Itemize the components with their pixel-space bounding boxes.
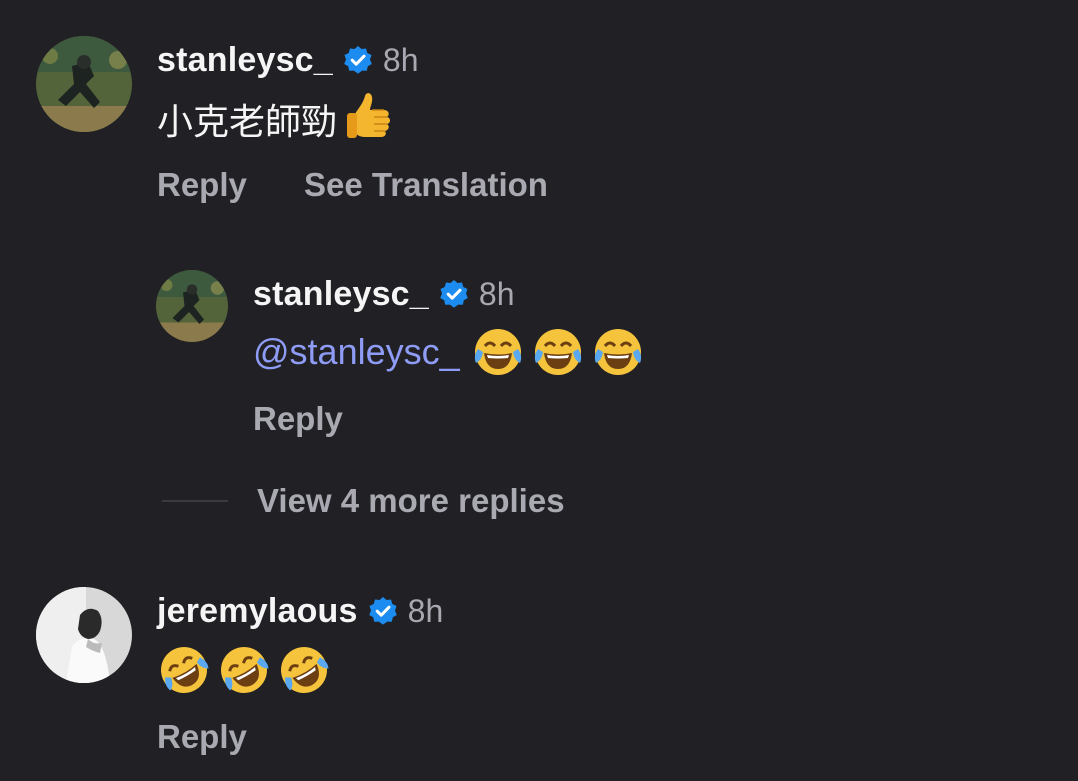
see-translation-button[interactable]: See Translation: [304, 166, 548, 204]
rolling-on-the-floor-laughing-icon: [158, 644, 210, 696]
username[interactable]: stanleysc_: [157, 41, 333, 80]
avatar-photo-icon: [156, 270, 228, 342]
reply-header: stanleysc_ 8h: [253, 272, 515, 316]
thumbs-up-icon: [341, 88, 395, 151]
comment-header: jeremylaous 8h: [157, 589, 443, 633]
avatar[interactable]: [156, 270, 228, 342]
rolling-on-the-floor-laughing-icon: [278, 644, 330, 696]
timestamp: 8h: [382, 41, 419, 78]
avatar-photo-icon: [36, 36, 132, 132]
avatar[interactable]: [36, 36, 132, 132]
avatar-photo-icon: [36, 587, 132, 683]
timestamp: 8h: [407, 592, 444, 629]
reply-text: @stanleysc_: [253, 326, 644, 378]
face-with-tears-of-joy-icon: [532, 326, 584, 378]
comment-body: 小克老師勁: [157, 101, 338, 142]
reply-button[interactable]: Reply: [157, 718, 247, 756]
verified-badge-icon: [439, 279, 469, 309]
comment-text: 小克老師勁: [157, 92, 395, 144]
view-more-divider: [162, 500, 228, 502]
view-more-replies-button[interactable]: View 4 more replies: [257, 482, 565, 520]
username[interactable]: stanleysc_: [253, 275, 429, 314]
reply-button[interactable]: Reply: [157, 166, 247, 204]
avatar[interactable]: [36, 587, 132, 683]
reply-button[interactable]: Reply: [253, 400, 343, 438]
timestamp: 8h: [478, 275, 515, 312]
username[interactable]: jeremylaous: [157, 592, 358, 631]
mention-link[interactable]: @stanleysc_: [253, 331, 460, 373]
face-with-tears-of-joy-icon: [592, 326, 644, 378]
verified-badge-icon: [343, 45, 373, 75]
comment-text: [158, 644, 330, 696]
verified-badge-icon: [368, 596, 398, 626]
face-with-tears-of-joy-icon: [472, 326, 524, 378]
rolling-on-the-floor-laughing-icon: [218, 644, 270, 696]
comment-header: stanleysc_ 8h: [157, 38, 419, 82]
